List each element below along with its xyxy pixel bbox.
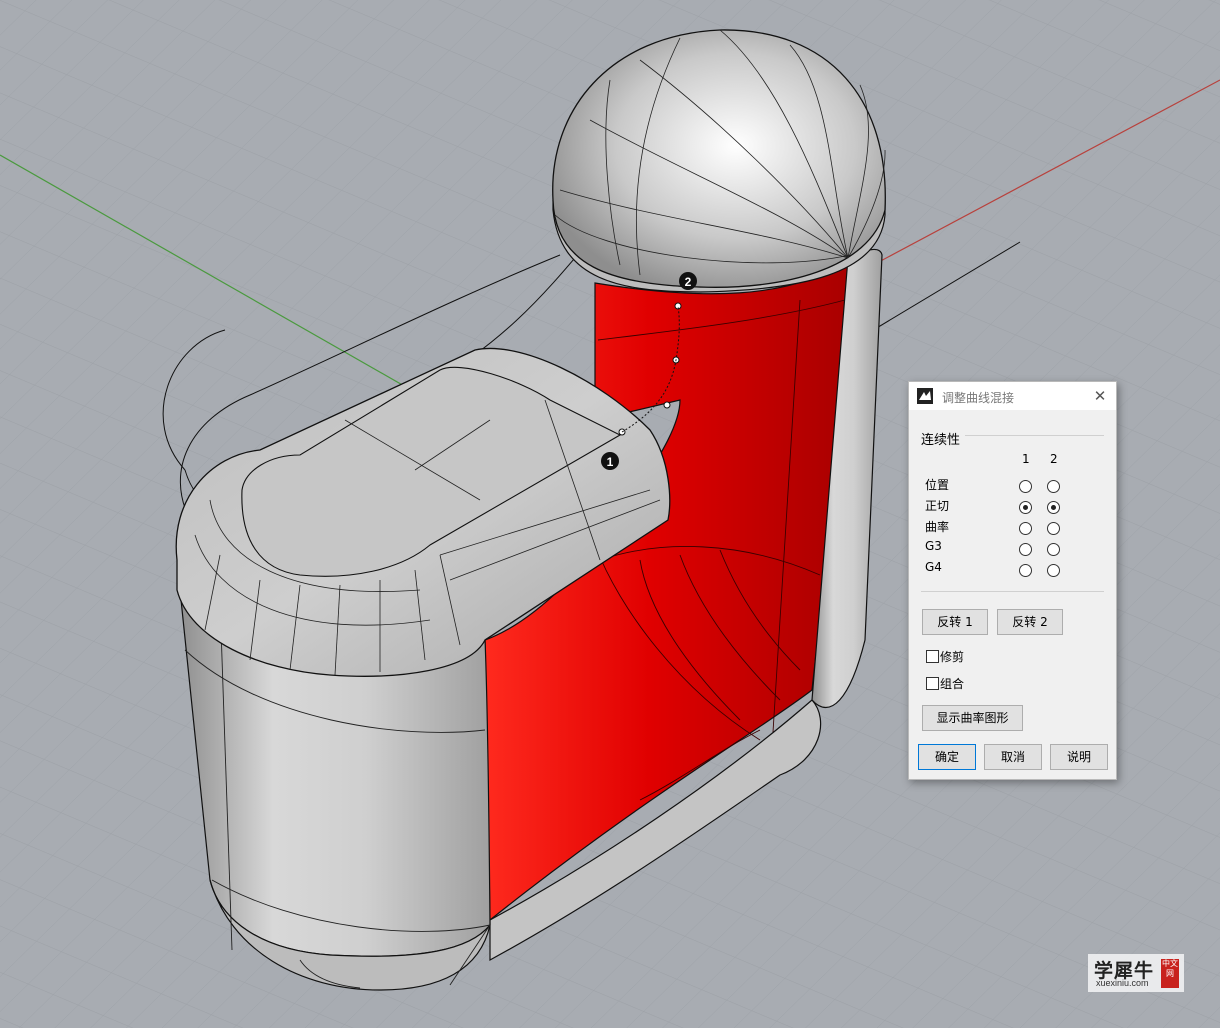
radio-row5-col2[interactable] <box>1047 564 1060 577</box>
marker-2[interactable]: 2 <box>679 272 697 290</box>
ok-button[interactable]: 确定 <box>918 744 976 770</box>
continuity-row-label: G3 <box>925 539 942 553</box>
radio-row4-col2[interactable] <box>1047 543 1060 556</box>
help-button[interactable]: 说明 <box>1050 744 1108 770</box>
radio-row3-col1[interactable] <box>1019 522 1032 535</box>
watermark-text-en: xuexiniu.com <box>1096 978 1149 988</box>
adjust-curve-blend-dialog: 调整曲线混接 ✕ 连续性 1 2 位置正切曲率 G3 G4 反转 1 反转 2 修剪… <box>908 381 1117 780</box>
marker-1-label: 1 <box>607 455 614 469</box>
marker-1[interactable]: 1 <box>601 452 619 470</box>
reverse-1-button[interactable]: 反转 1 <box>922 609 988 635</box>
rhino-app-icon <box>917 388 933 404</box>
trim-label: 修剪 <box>940 650 965 664</box>
radio-row2-col1[interactable] <box>1019 501 1032 514</box>
dialog-titlebar[interactable]: 调整曲线混接 ✕ <box>909 382 1116 410</box>
show-curvature-graph-button[interactable]: 显示曲率图形 <box>922 705 1023 731</box>
continuity-row-label: 正切 <box>925 499 950 513</box>
join-checkbox[interactable] <box>926 677 939 690</box>
close-icon[interactable]: ✕ <box>1090 386 1110 406</box>
watermark: 学犀牛 xuexiniu.com 中文网 <box>1088 954 1184 992</box>
group-divider <box>965 435 1104 436</box>
radio-row1-col1[interactable] <box>1019 480 1032 493</box>
radio-row1-col2[interactable] <box>1047 480 1060 493</box>
marker-2-label: 2 <box>685 275 692 289</box>
radio-row4-col1[interactable] <box>1019 543 1032 556</box>
cancel-button[interactable]: 取消 <box>984 744 1042 770</box>
watermark-seal: 中文网 <box>1161 959 1179 988</box>
section-divider <box>921 591 1104 592</box>
join-label: 组合 <box>940 677 965 691</box>
continuity-row-label: 位置 <box>925 478 950 492</box>
reverse-2-button[interactable]: 反转 2 <box>997 609 1063 635</box>
radio-row3-col2[interactable] <box>1047 522 1060 535</box>
continuity-row-label: 曲率 <box>925 520 950 534</box>
radio-row2-col2[interactable] <box>1047 501 1060 514</box>
trim-checkbox[interactable] <box>926 650 939 663</box>
column-header-2: 2 <box>1050 452 1058 466</box>
continuity-group-label: 连续性 <box>921 433 961 448</box>
column-header-1: 1 <box>1022 452 1030 466</box>
continuity-row-label: G4 <box>925 560 942 574</box>
radio-row5-col1[interactable] <box>1019 564 1032 577</box>
dialog-title: 调整曲线混接 <box>942 391 1015 405</box>
